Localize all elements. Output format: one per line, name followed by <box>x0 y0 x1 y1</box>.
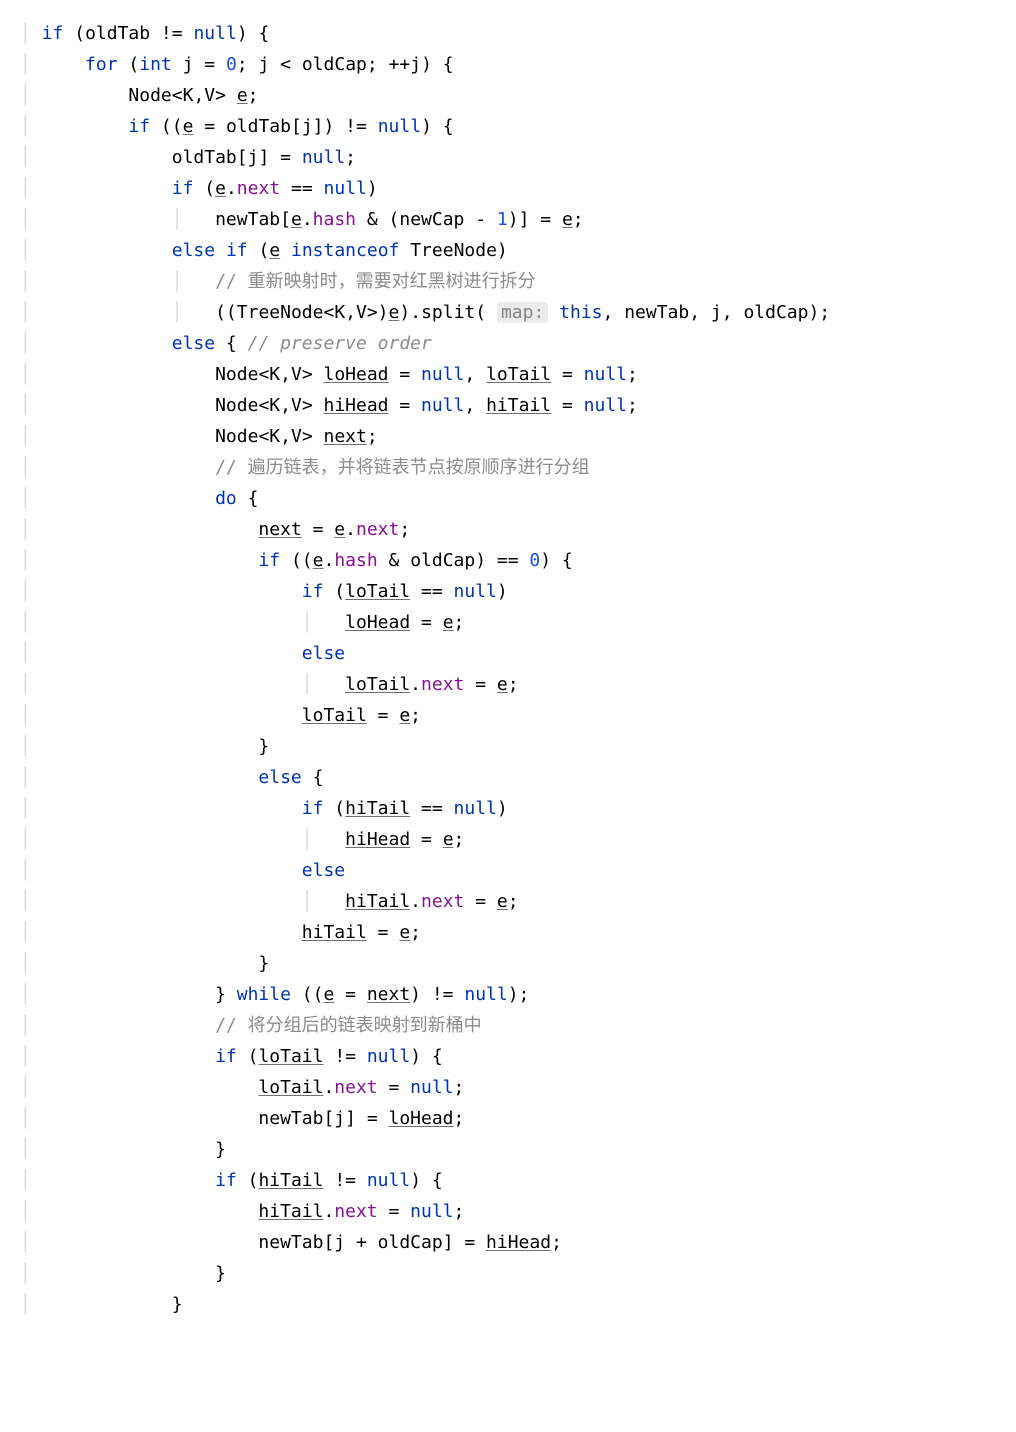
keyword-while: while <box>237 984 291 1005</box>
literal-zero: 0 <box>226 54 237 75</box>
type-Node: Node <box>128 85 171 106</box>
keyword-instanceof: instanceof <box>291 240 399 261</box>
ident-oldTab: oldTab <box>85 23 150 44</box>
ident-newCap: newCap <box>399 209 464 230</box>
keyword-do: do <box>215 488 237 509</box>
type-TreeNode: TreeNode <box>410 240 497 261</box>
literal-one: 1 <box>497 209 508 230</box>
keyword-int: int <box>139 54 172 75</box>
ident-loTail: loTail <box>486 364 551 385</box>
keyword-for: for <box>85 54 118 75</box>
keyword-null: null <box>193 23 236 44</box>
keyword-else: else <box>172 240 215 261</box>
field-next: next <box>237 178 280 199</box>
field-hash: hash <box>313 209 356 230</box>
ident-e: e <box>237 85 248 106</box>
ident-next: next <box>324 426 367 447</box>
ident-oldCap: oldCap <box>302 54 367 75</box>
keyword-if: if <box>42 23 64 44</box>
code-editor[interactable]: │ if (oldTab != null) { │ for (int j = 0… <box>0 0 1016 1320</box>
ident-loHead: loHead <box>324 364 389 385</box>
comment-tree: // 重新映射时，需要对红黑树进行拆分 <box>215 271 536 292</box>
comment-map: // 将分组后的链表映射到新桶中 <box>215 1015 482 1036</box>
ident-newTab: newTab <box>215 209 280 230</box>
comment-iterate: // 遍历链表，并将链表节点按原顺序进行分组 <box>215 457 590 478</box>
comment-preserve: // preserve order <box>248 333 432 354</box>
keyword-this: this <box>559 302 602 323</box>
method-split: split <box>421 302 475 323</box>
ident-hiHead: hiHead <box>324 395 389 416</box>
ident-j: j <box>183 54 194 75</box>
param-hint-map: map: <box>497 302 548 323</box>
ident-hiTail: hiTail <box>486 395 551 416</box>
